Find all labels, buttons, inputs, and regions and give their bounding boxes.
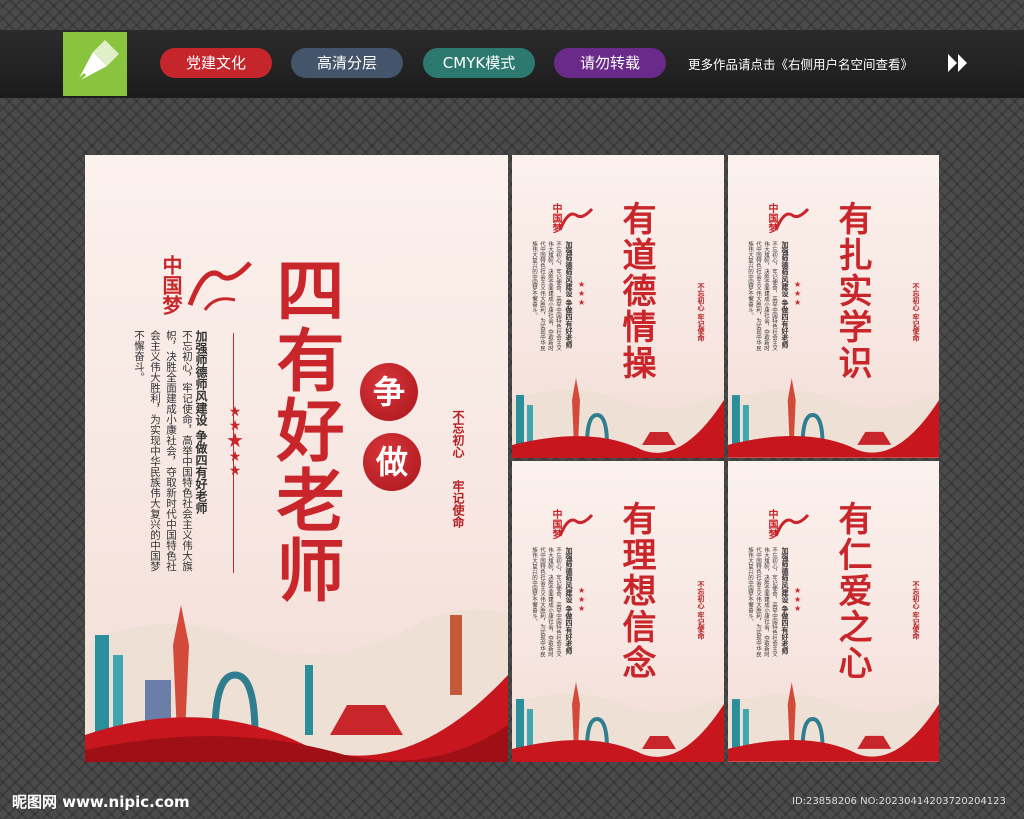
side-slogan: 不忘初心 牢记使命 bbox=[697, 283, 706, 342]
poster-title: 有理想信念 bbox=[616, 501, 656, 681]
more-works-link[interactable]: 更多作品请点击《右侧用户名空间查看》 bbox=[688, 54, 913, 73]
china-dream-brush-icon bbox=[558, 513, 594, 537]
city-skyline-illustration bbox=[728, 378, 939, 458]
city-skyline-illustration bbox=[512, 378, 724, 458]
small-poster-2: 中国梦 加强师德师风建设 争做四有好老师 不忘初心，牢记使命，高举中国特色社会主… bbox=[728, 155, 939, 458]
side-slogan-1: 不忘初心 bbox=[451, 410, 465, 458]
china-dream-logo: 中国梦 bbox=[159, 255, 183, 315]
main-subtitle: 加强师德师风建设 争做四有好老师 bbox=[194, 330, 208, 515]
small-subtitle: 加强师德师风建设 争做四有好老师 bbox=[565, 547, 574, 655]
china-dream-brush-icon bbox=[558, 207, 594, 231]
small-body-text: 不忘初心，牢记使命，高举中国特色社会主义伟大旗帜，决胜全面建成小康社会，夺取新时… bbox=[531, 547, 561, 657]
star-decoration-icon: ★ ★ ★ bbox=[578, 280, 586, 307]
poster-title: 有道德情操 bbox=[616, 201, 656, 381]
city-skyline-illustration bbox=[728, 682, 939, 762]
side-slogan-2: 牢记使命 bbox=[451, 480, 465, 528]
small-poster-1: 中国梦 加强师德师风建设 争做四有好老师 不忘初心，牢记使命，高举中国特色社会主… bbox=[512, 155, 724, 458]
tag-cmyk[interactable]: CMYK模式 bbox=[423, 48, 535, 78]
main-title: 四有好老师 bbox=[264, 255, 344, 605]
china-dream-brush-icon bbox=[187, 261, 252, 311]
small-poster-4: 中国梦 加强师德师风建设 争做四有好老师 不忘初心，牢记使命，高举中国特色社会主… bbox=[728, 461, 939, 762]
side-slogan: 不忘初心 牢记使命 bbox=[912, 581, 921, 640]
site-watermark: 昵图网 www.nipic.com bbox=[12, 793, 190, 811]
city-skyline-illustration bbox=[512, 682, 724, 762]
side-slogan: 不忘初心 牢记使命 bbox=[697, 581, 706, 640]
small-poster-3: 中国梦 加强师德师风建设 争做四有好老师 不忘初心，牢记使命，高举中国特色社会主… bbox=[512, 461, 724, 762]
small-subtitle: 加强师德师风建设 争做四有好老师 bbox=[781, 547, 790, 655]
small-body-text: 不忘初心，牢记使命，高举中国特色社会主义伟大旗帜，决胜全面建成小康社会，夺取新时… bbox=[747, 547, 777, 657]
star-decoration-icon: ★ ★ ★ bbox=[794, 586, 802, 613]
star-decoration-icon: ★ ★ ★ bbox=[578, 586, 586, 613]
side-slogan: 不忘初心 牢记使命 bbox=[912, 283, 921, 342]
star-decoration-icon: ★ ★ ★ ★ ★ bbox=[226, 404, 244, 479]
main-poster: 中国梦 加强师德师风建设 争做四有好老师 不忘初心，牢记使命，高举中国特色社会主… bbox=[85, 155, 508, 762]
tag-hd-layers[interactable]: 高清分层 bbox=[291, 48, 403, 78]
tag-party-culture[interactable]: 党建文化 bbox=[160, 48, 272, 78]
double-chevron-right-icon[interactable] bbox=[946, 52, 970, 79]
poster-title: 有扎实学识 bbox=[832, 201, 872, 381]
small-subtitle: 加强师德师风建设 争做四有好老师 bbox=[781, 241, 790, 349]
small-body-text: 不忘初心，牢记使命，高举中国特色社会主义伟大旗帜，决胜全面建成小康社会，夺取新时… bbox=[531, 241, 561, 351]
circle-zheng: 争 bbox=[360, 363, 418, 421]
star-decoration-icon: ★ ★ ★ bbox=[794, 280, 802, 307]
main-body-text: 不忘初心，牢记使命，高举中国特色社会主义伟大旗帜，决胜全面建成小康社会，夺取新时… bbox=[133, 330, 193, 572]
image-id: ID:23858206 NO:20230414203720204123 bbox=[792, 796, 1006, 807]
circle-zuo: 做 bbox=[363, 433, 421, 491]
tag-no-repost[interactable]: 请勿转载 bbox=[554, 48, 666, 78]
poster-title: 有仁爱之心 bbox=[832, 501, 872, 681]
pen-logo-icon bbox=[63, 32, 127, 96]
city-skyline-illustration bbox=[85, 605, 508, 762]
small-subtitle: 加强师德师风建设 争做四有好老师 bbox=[565, 241, 574, 349]
china-dream-brush-icon bbox=[774, 513, 810, 537]
small-body-text: 不忘初心，牢记使命，高举中国特色社会主义伟大旗帜，决胜全面建成小康社会，夺取新时… bbox=[747, 241, 777, 351]
china-dream-brush-icon bbox=[774, 207, 810, 231]
